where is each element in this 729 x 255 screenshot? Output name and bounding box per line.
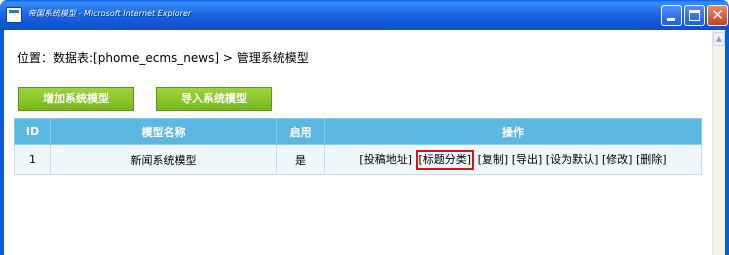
header-enabled: 启用 <box>276 118 325 145</box>
cell-enabled: 是 <box>276 144 325 175</box>
models-table: ID 模型名称 启用 操作 1 新闻系统模型 是 [投稿地址] [标题分类] [… <box>14 118 702 175</box>
title-category-link[interactable]: [标题分类] <box>415 149 475 170</box>
minimize-icon <box>667 18 675 21</box>
minimize-button[interactable] <box>661 5 682 26</box>
maximize-icon <box>689 10 700 21</box>
header-id: ID <box>14 118 51 145</box>
window-frame-left <box>0 30 4 255</box>
window-title: 帝国系统模型 - Microsoft Internet Explorer <box>28 9 192 18</box>
add-model-button[interactable]: 增加系统模型 <box>18 87 134 111</box>
ie-app-icon <box>6 7 22 23</box>
header-model-name: 模型名称 <box>50 118 277 145</box>
cell-model-name: 新闻系统模型 <box>50 144 277 175</box>
header-operations: 操作 <box>324 118 702 145</box>
cell-operations: [投稿地址] [标题分类] [复制] [导出] [设为默认] [修改] [删除] <box>324 144 702 175</box>
maximize-button[interactable] <box>684 5 705 26</box>
import-model-button[interactable]: 导入系统模型 <box>156 87 272 111</box>
table-header-row: ID 模型名称 启用 操作 <box>14 118 702 145</box>
set-default-link[interactable]: [设为默认] <box>546 153 599 166</box>
breadcrumb-current-link[interactable]: 管理系统模型 <box>237 51 309 65</box>
scroll-up-arrow-icon[interactable]: ▲ <box>713 32 725 46</box>
submit-address-link[interactable]: [投稿地址] <box>359 153 412 166</box>
delete-link[interactable]: [删除] <box>636 153 667 166</box>
vertical-scrollbar[interactable]: ▲ <box>712 30 725 255</box>
breadcrumb-prefix: 位置：数据表:[phome_ecms_news] > <box>17 51 237 65</box>
edit-link[interactable]: [修改] <box>602 153 633 166</box>
copy-link[interactable]: [复制] <box>478 153 509 166</box>
export-link[interactable]: [导出] <box>512 153 543 166</box>
table-row: 1 新闻系统模型 是 [投稿地址] [标题分类] [复制] [导出] [设为默认… <box>14 144 702 175</box>
close-icon: ✕ <box>711 6 724 24</box>
window-titlebar[interactable]: 帝国系统模型 - Microsoft Internet Explorer ✕ <box>0 0 729 30</box>
window-frame-right <box>725 30 729 255</box>
cell-id: 1 <box>14 144 51 175</box>
close-button[interactable]: ✕ <box>707 5 728 26</box>
breadcrumb: 位置：数据表:[phome_ecms_news] > 管理系统模型 <box>17 49 309 66</box>
